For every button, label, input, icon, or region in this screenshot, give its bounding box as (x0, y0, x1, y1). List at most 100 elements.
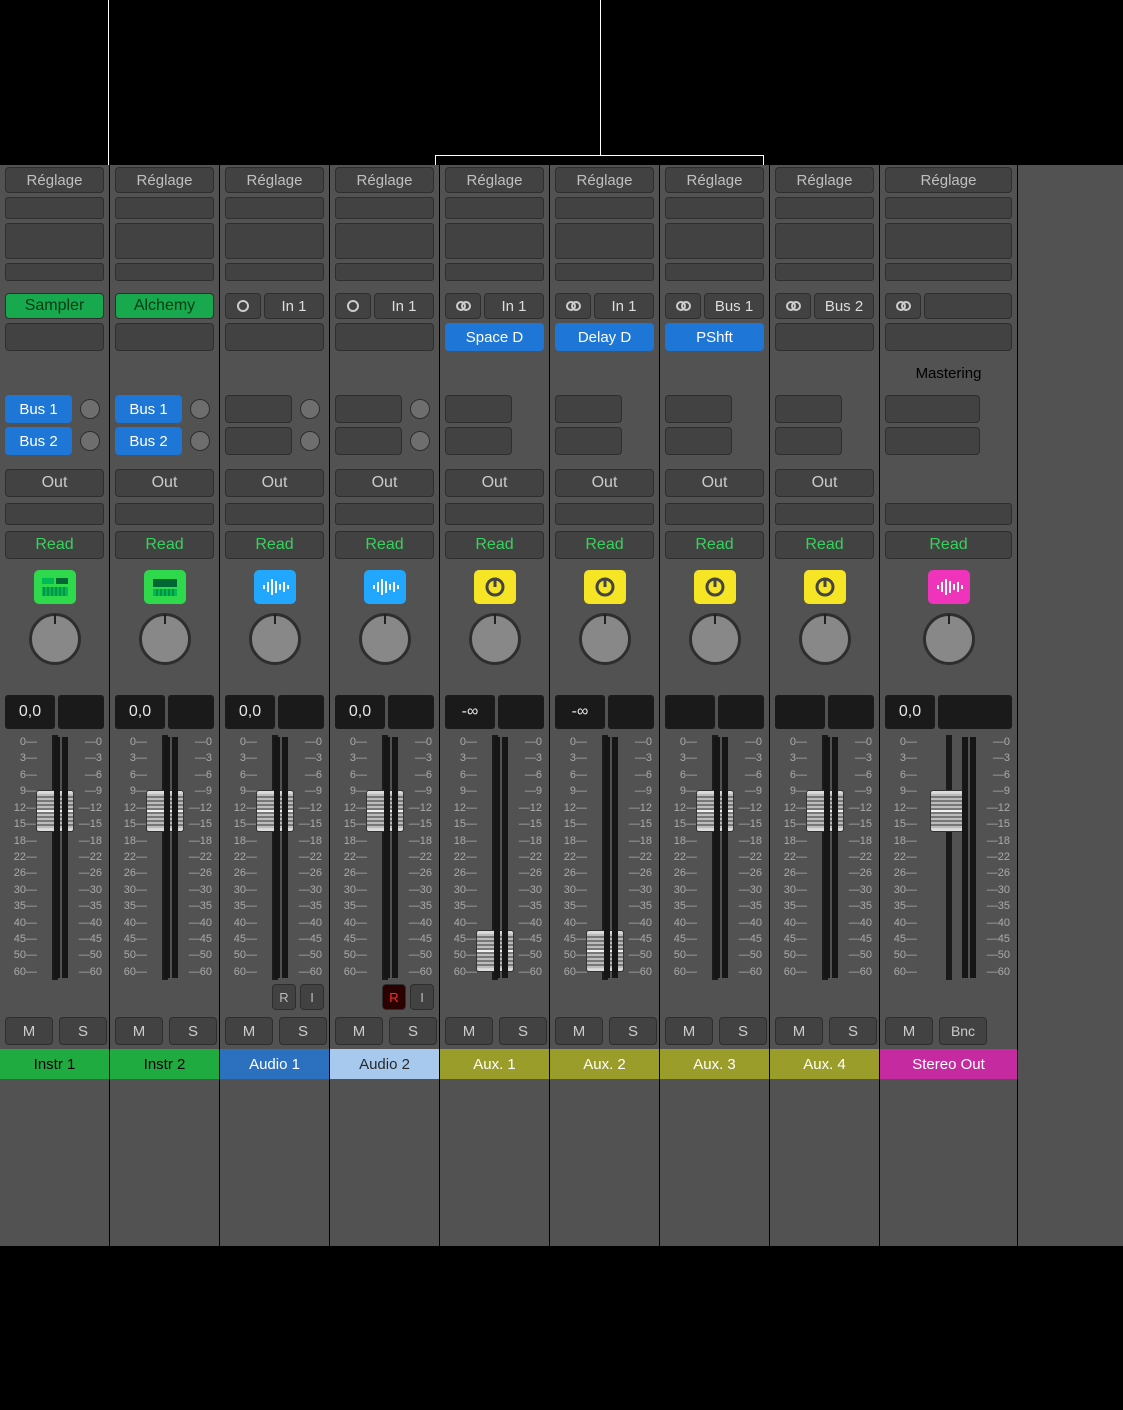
group-slot[interactable] (5, 503, 104, 525)
instrument-slot[interactable]: Sampler (5, 293, 104, 319)
eq-thumbnail[interactable] (885, 223, 1012, 259)
gain-slot[interactable] (335, 197, 434, 219)
setting-button[interactable]: Réglage (225, 167, 324, 193)
group-slot[interactable] (775, 503, 874, 525)
send-slot[interactable] (775, 427, 842, 455)
midifx-slot[interactable] (5, 263, 104, 281)
audio-fx-slot[interactable] (225, 323, 324, 351)
send-slot[interactable] (225, 427, 292, 455)
send-slot[interactable] (555, 395, 622, 423)
record-enable-button[interactable]: R (272, 984, 296, 1010)
setting-button[interactable]: Réglage (555, 167, 654, 193)
send-level-knob[interactable] (80, 431, 100, 451)
midifx-slot[interactable] (115, 263, 214, 281)
mute-button[interactable]: M (115, 1017, 163, 1045)
gain-slot[interactable] (885, 197, 1012, 219)
input-format-button[interactable] (225, 293, 261, 319)
midifx-slot[interactable] (225, 263, 324, 281)
mute-button[interactable]: M (555, 1017, 603, 1045)
mute-button[interactable]: M (775, 1017, 823, 1045)
setting-button[interactable]: Réglage (335, 167, 434, 193)
midifx-slot[interactable] (775, 263, 874, 281)
channel-name[interactable]: Audio 2 (330, 1049, 439, 1079)
send-slot[interactable] (335, 395, 402, 423)
solo-button[interactable]: S (719, 1017, 767, 1045)
automation-mode-button[interactable]: Read (885, 531, 1012, 559)
input-format-button[interactable] (445, 293, 481, 319)
send-slot[interactable] (445, 427, 512, 455)
output-slot[interactable]: Out (775, 469, 874, 497)
send-slot[interactable] (885, 427, 980, 455)
automation-mode-button[interactable]: Read (445, 531, 544, 559)
channel-name[interactable]: Instr 2 (110, 1049, 219, 1079)
gain-slot[interactable] (5, 197, 104, 219)
eq-thumbnail[interactable] (335, 223, 434, 259)
output-slot[interactable]: Out (555, 469, 654, 497)
input-slot[interactable]: Bus 2 (814, 293, 874, 319)
pan-knob[interactable] (579, 613, 631, 665)
send-level-knob[interactable] (300, 399, 320, 419)
mute-button[interactable]: M (225, 1017, 273, 1045)
pan-knob[interactable] (249, 613, 301, 665)
group-slot[interactable] (445, 503, 544, 525)
pan-knob[interactable] (689, 613, 741, 665)
channel-name[interactable]: Stereo Out (880, 1049, 1017, 1079)
fader-track[interactable] (946, 735, 952, 980)
input-slot[interactable]: Bus 1 (704, 293, 764, 319)
mute-button[interactable]: M (5, 1017, 53, 1045)
audio-fx-slot[interactable] (775, 323, 874, 351)
automation-mode-button[interactable]: Read (775, 531, 874, 559)
channel-name[interactable]: Audio 1 (220, 1049, 329, 1079)
eq-thumbnail[interactable] (775, 223, 874, 259)
gain-slot[interactable] (775, 197, 874, 219)
send-slot[interactable]: Bus 1 (115, 395, 182, 423)
input-slot[interactable]: In 1 (374, 293, 434, 319)
midifx-slot[interactable] (885, 263, 1012, 281)
automation-mode-button[interactable]: Read (225, 531, 324, 559)
output-slot[interactable]: Out (225, 469, 324, 497)
audio-fx-slot[interactable] (335, 323, 434, 351)
send-slot[interactable] (665, 395, 732, 423)
pan-knob[interactable] (29, 613, 81, 665)
audio-fx-slot-2[interactable]: Mastering (885, 355, 1012, 391)
pan-knob[interactable] (469, 613, 521, 665)
solo-button[interactable]: S (499, 1017, 547, 1045)
eq-thumbnail[interactable] (665, 223, 764, 259)
output-slot[interactable]: Out (445, 469, 544, 497)
gain-slot[interactable] (555, 197, 654, 219)
send-slot[interactable]: Bus 2 (5, 427, 72, 455)
input-slot[interactable]: In 1 (594, 293, 654, 319)
input-format-button[interactable] (665, 293, 701, 319)
channel-name[interactable]: Aux. 2 (550, 1049, 659, 1079)
channel-name[interactable]: Instr 1 (0, 1049, 109, 1079)
pan-knob[interactable] (923, 613, 975, 665)
instrument-slot[interactable]: Alchemy (115, 293, 214, 319)
midifx-slot[interactable] (555, 263, 654, 281)
send-level-knob[interactable] (190, 399, 210, 419)
send-slot[interactable] (445, 395, 512, 423)
group-slot[interactable] (225, 503, 324, 525)
gain-slot[interactable] (665, 197, 764, 219)
audio-fx-slot[interactable]: Space D (445, 323, 544, 351)
setting-button[interactable]: Réglage (775, 167, 874, 193)
solo-button[interactable]: S (609, 1017, 657, 1045)
solo-button[interactable]: S (59, 1017, 107, 1045)
input-monitor-button[interactable]: I (300, 984, 324, 1010)
group-slot[interactable] (335, 503, 434, 525)
output-slot[interactable]: Out (665, 469, 764, 497)
send-slot[interactable]: Bus 2 (115, 427, 182, 455)
mute-button[interactable]: M (665, 1017, 713, 1045)
send-slot[interactable] (665, 427, 732, 455)
output-slot[interactable]: Out (115, 469, 214, 497)
group-slot[interactable] (885, 503, 1012, 525)
send-slot[interactable] (225, 395, 292, 423)
input-format-button[interactable] (775, 293, 811, 319)
setting-button[interactable]: Réglage (665, 167, 764, 193)
automation-mode-button[interactable]: Read (115, 531, 214, 559)
setting-button[interactable]: Réglage (5, 167, 104, 193)
eq-thumbnail[interactable] (115, 223, 214, 259)
gain-slot[interactable] (225, 197, 324, 219)
send-slot[interactable] (555, 427, 622, 455)
mute-button[interactable]: M (445, 1017, 493, 1045)
eq-thumbnail[interactable] (445, 223, 544, 259)
